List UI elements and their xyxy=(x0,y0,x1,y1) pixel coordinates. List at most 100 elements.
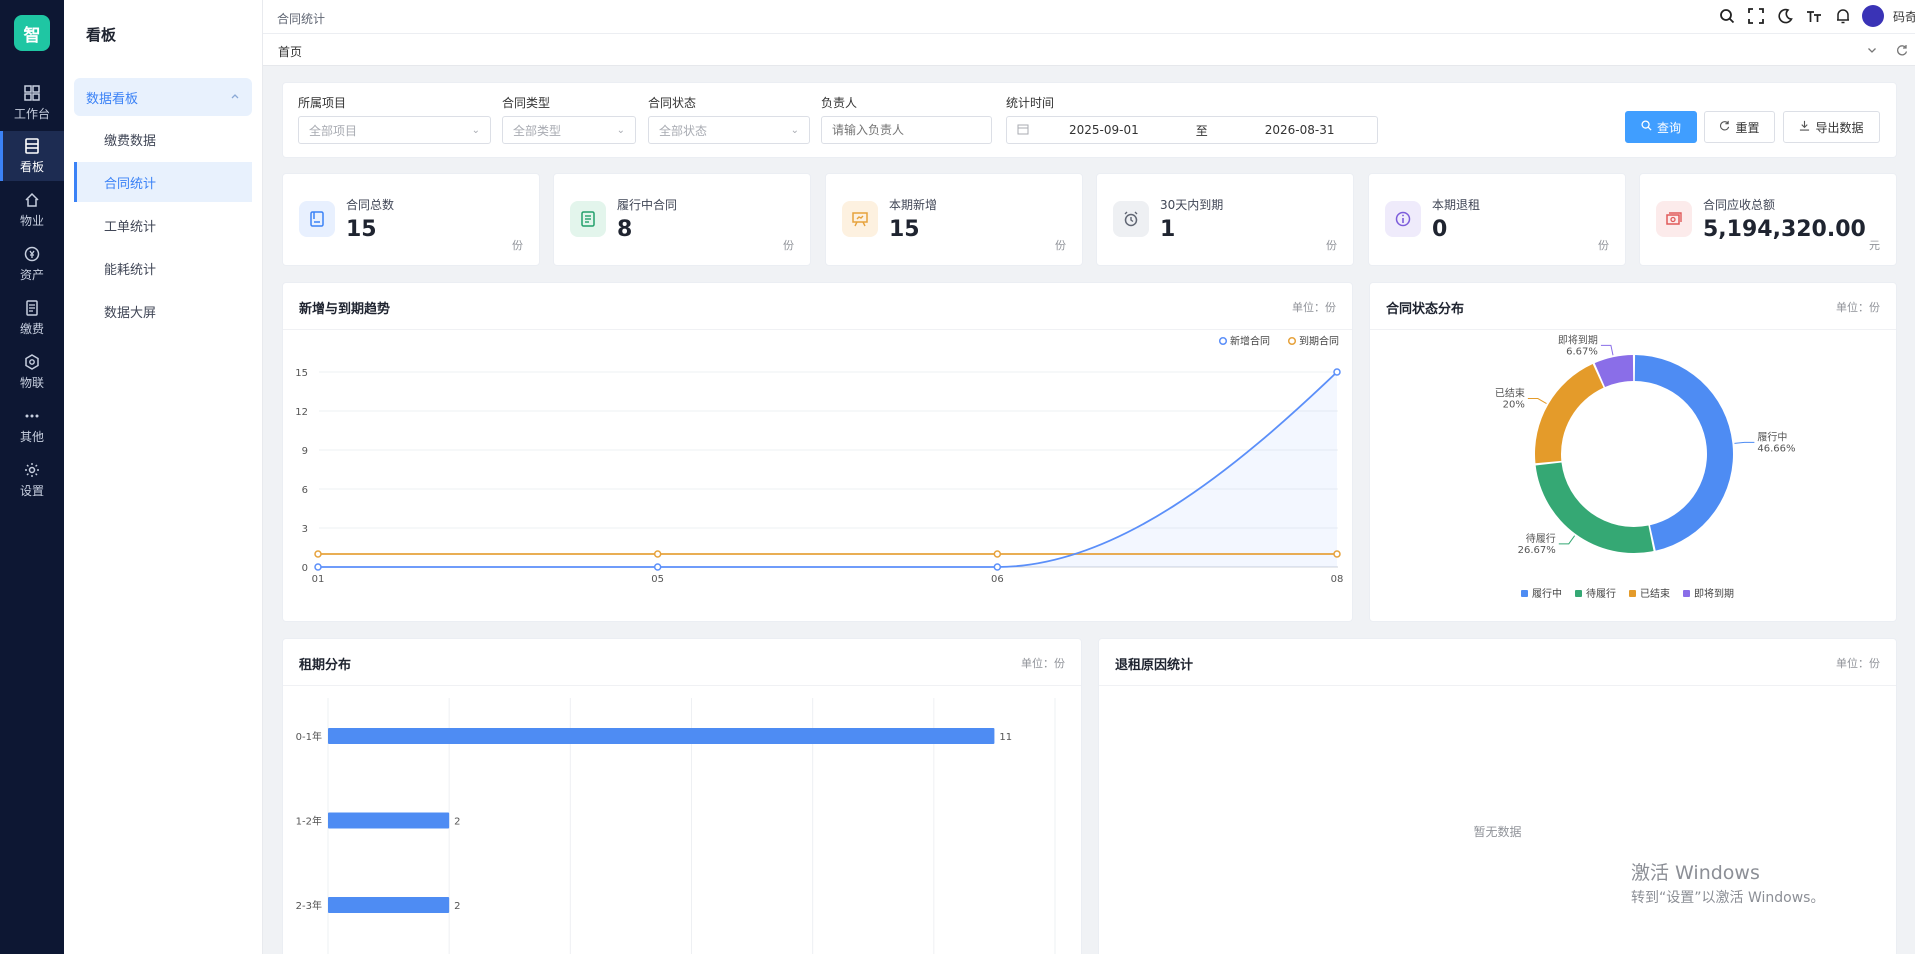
owner-input[interactable] xyxy=(821,116,992,144)
card-header: 合同状态分布 单位：份 xyxy=(1370,283,1896,330)
expiring-contract-point xyxy=(993,550,1002,558)
reset-label: 重置 xyxy=(1735,120,1760,135)
menu-item-payment-data[interactable]: 缴费数据 xyxy=(74,119,252,159)
menu-item-workorder-stats[interactable]: 工单统计 xyxy=(74,205,252,245)
date-end[interactable]: 2026-08-31 xyxy=(1265,123,1335,137)
donut-slice xyxy=(1634,355,1733,551)
trend-line-chart: 0 3 6 9 12 15 01 05 06 08 新增合同 到期合同 xyxy=(295,335,1344,586)
rail-item-bill[interactable]: 缴费 xyxy=(0,293,64,343)
menu-group-data-dashboard[interactable]: 数据看板 xyxy=(74,78,252,116)
y-tick-label: 15 xyxy=(295,368,308,379)
stat-unit: 份 xyxy=(512,239,523,252)
fullscreen-icon[interactable] xyxy=(1746,6,1766,26)
avatar[interactable] xyxy=(1862,5,1884,27)
reset-button[interactable]: 重置 xyxy=(1704,111,1775,143)
date-range-picker[interactable]: 2025-09-01 至 2026-08-31 xyxy=(1006,116,1378,144)
app-logo[interactable]: 智 xyxy=(14,15,50,51)
select-value: 全部项目 xyxy=(309,123,358,138)
slice-percent-label: 20% xyxy=(1503,400,1525,411)
stat-unit: 份 xyxy=(783,239,794,252)
chevron-down-icon: ⌄ xyxy=(790,124,799,136)
menu-item-energy-stats[interactable]: 能耗统计 xyxy=(74,248,252,288)
refresh-icon[interactable] xyxy=(1894,42,1910,58)
y-tick-label: 3 xyxy=(302,524,308,535)
stat-value: 15 xyxy=(889,217,920,242)
empty-state: 暂无数据 xyxy=(1473,825,1522,839)
card-title: 租期分布 xyxy=(299,658,352,673)
stat-value: 8 xyxy=(617,217,633,242)
project-select[interactable]: 全部项目 ⌄ xyxy=(298,116,491,144)
card-unit: 单位：份 xyxy=(1021,657,1065,670)
chevron-down-icon[interactable] xyxy=(1864,42,1880,58)
info-icon xyxy=(1385,201,1421,237)
card-header: 新增与到期趋势 单位：份 xyxy=(283,283,1352,330)
y-tick-label: 9 xyxy=(302,446,308,457)
legend-label: 新增合同 xyxy=(1230,335,1270,348)
legend-label: 已结束 xyxy=(1640,587,1670,600)
date-separator: 至 xyxy=(1195,123,1208,138)
filter-label: 负责人 xyxy=(821,96,858,110)
tab-home[interactable]: 首页 xyxy=(278,43,302,60)
slice-name-label: 待履行 xyxy=(1526,532,1556,545)
card-title: 合同状态分布 xyxy=(1386,302,1465,317)
user-name[interactable]: 码奇 xyxy=(1893,8,1915,25)
rail-item-dashboard[interactable]: 看板 xyxy=(0,131,64,181)
stat-value: 5,194,320.00 xyxy=(1703,217,1866,242)
stat-unit: 元 xyxy=(1869,239,1880,252)
stat-value: 0 xyxy=(1432,217,1448,242)
new-contract-point xyxy=(653,563,662,571)
breadcrumb: 合同统计 xyxy=(277,12,326,26)
legend-label: 待履行 xyxy=(1586,587,1616,600)
filter-panel: 所属项目 全部项目 ⌄ 合同类型 全部类型 ⌄ 合同状态 全部状态 ⌄ 负责人 统计时… xyxy=(282,82,1897,158)
export-label: 导出数据 xyxy=(1815,120,1864,135)
slice-name-label: 履行中 xyxy=(1757,430,1787,443)
rail-item-iot[interactable]: 物联 xyxy=(0,347,64,397)
bar xyxy=(328,728,995,744)
slice-name-label: 已结束 xyxy=(1495,387,1525,400)
stat-label: 合同总数 xyxy=(346,198,395,212)
contract-icon xyxy=(299,201,335,237)
rail-item-property[interactable]: 物业 xyxy=(0,185,64,235)
y-tick-label: 6 xyxy=(302,485,308,496)
menu-item-big-screen[interactable]: 数据大屏 xyxy=(74,291,252,331)
filter-label: 合同类型 xyxy=(502,96,551,110)
status-select[interactable]: 全部状态 ⌄ xyxy=(648,116,810,144)
legend-label: 履行中 xyxy=(1532,587,1562,600)
bar xyxy=(328,897,450,913)
donut-slice xyxy=(1535,364,1604,464)
x-tick-label: 08 xyxy=(1331,574,1344,585)
bell-icon[interactable] xyxy=(1833,6,1853,26)
export-button[interactable]: 导出数据 xyxy=(1783,111,1880,143)
dashboard-icon xyxy=(23,137,41,155)
search-icon xyxy=(1641,120,1652,134)
card-unit: 单位：份 xyxy=(1292,301,1336,314)
rail-label: 资产 xyxy=(19,268,44,282)
moon-icon[interactable] xyxy=(1775,6,1795,26)
filter-label: 合同状态 xyxy=(648,96,697,110)
rail-item-settings[interactable]: 设置 xyxy=(0,455,64,505)
rail-item-workbench[interactable]: 工作台 xyxy=(0,78,64,128)
watermark-line2: 转到“设置”以激活 Windows。 xyxy=(1631,890,1825,906)
rail-label: 物业 xyxy=(19,214,44,228)
legend-marker xyxy=(1287,336,1297,346)
bar-value-label: 2 xyxy=(454,901,460,912)
stat-label: 本期退租 xyxy=(1432,198,1481,212)
search-icon[interactable] xyxy=(1717,6,1737,26)
grid-icon xyxy=(23,84,41,102)
rail-item-more[interactable]: 其他 xyxy=(0,401,64,451)
menu-title: 看板 xyxy=(86,25,117,44)
query-button[interactable]: 查询 xyxy=(1625,111,1697,143)
rail-item-asset[interactable]: 资产 xyxy=(0,239,64,289)
type-select[interactable]: 全部类型 ⌄ xyxy=(502,116,636,144)
card-unit: 单位：份 xyxy=(1836,301,1880,314)
menu-item-contract-stats[interactable]: 合同统计 xyxy=(74,162,252,202)
legend-marker xyxy=(1521,590,1528,597)
y-tick-label: 0 xyxy=(302,563,308,574)
windows-activation-watermark: 激活 Windows 转到“设置”以激活 Windows。 xyxy=(1631,858,1824,907)
date-start[interactable]: 2025-09-01 xyxy=(1069,123,1139,137)
font-size-icon[interactable] xyxy=(1804,6,1824,26)
chevron-up-icon xyxy=(230,90,240,105)
new-contract-area xyxy=(318,372,1337,567)
legend-item: 到期合同 xyxy=(1287,335,1339,348)
bar xyxy=(328,812,450,829)
